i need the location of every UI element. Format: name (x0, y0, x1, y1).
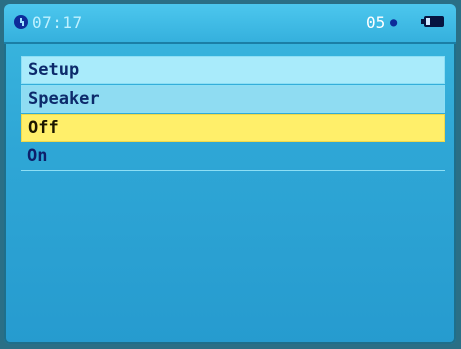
device-screen: 07:17 05 ● Setup Speaker Off On (4, 4, 456, 344)
speaker-icon: ● (390, 15, 398, 29)
menu-title: Setup (21, 56, 445, 84)
status-time: 07:17 (32, 13, 83, 32)
menu-option-on[interactable]: On (21, 143, 445, 171)
settings-menu: Setup Speaker Off On (21, 56, 445, 172)
volume-level: 05 (366, 13, 386, 32)
menu-subtitle: Speaker (21, 85, 445, 113)
status-bar: 07:17 05 ● (4, 4, 456, 44)
menu-option-off[interactable]: Off (21, 114, 445, 142)
battery-icon (421, 16, 444, 27)
clock-icon (14, 15, 28, 29)
